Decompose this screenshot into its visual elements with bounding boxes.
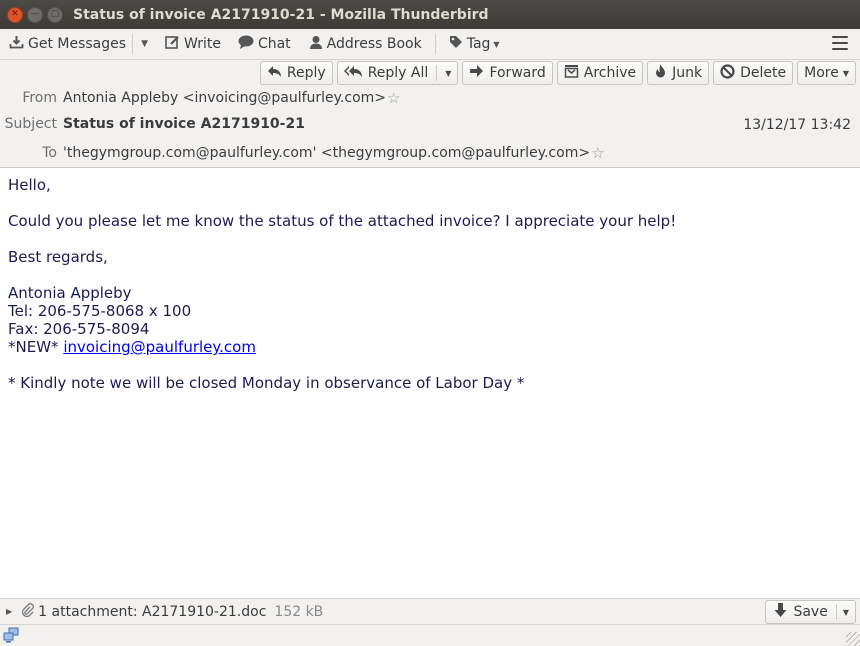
- to-value[interactable]: 'thegymgroup.com@paulfurley.com' <thegym…: [63, 145, 590, 161]
- write-button[interactable]: Write: [162, 32, 224, 56]
- online-status-icon[interactable]: [3, 627, 19, 643]
- to-label: To: [42, 145, 57, 161]
- split-divider: [436, 65, 438, 81]
- signature-email-link[interactable]: invoicing@paulfurley.com: [63, 338, 256, 356]
- subject-label: Subject: [4, 116, 57, 132]
- tag-label: Tag: [466, 36, 491, 52]
- main-toolbar: Get Messages ▼ Write Chat Address Book T…: [0, 29, 860, 60]
- junk-button[interactable]: Junk: [647, 61, 710, 85]
- window-maximize-button[interactable]: ▢: [47, 6, 63, 23]
- chevron-down-icon: ▼: [842, 68, 849, 78]
- more-label: More: [804, 65, 839, 81]
- address-book-button[interactable]: Address Book: [306, 32, 425, 56]
- reply-all-icon: [343, 65, 363, 82]
- person-icon: [309, 35, 323, 53]
- tag-button[interactable]: Tag ▼: [446, 32, 503, 56]
- window-close-button[interactable]: ✕: [7, 6, 23, 23]
- subject-value: Status of invoice A2171910-21: [63, 116, 305, 132]
- chat-button[interactable]: Chat: [235, 32, 294, 56]
- flame-icon: [654, 64, 667, 82]
- toolbar-separator: [132, 34, 134, 54]
- hamburger-menu-icon: [832, 36, 848, 38]
- chevron-down-icon: ▼: [493, 39, 500, 49]
- window-minimize-button[interactable]: —: [27, 6, 43, 23]
- star-icon[interactable]: ☆: [387, 89, 400, 107]
- to-row: To 'thegymgroup.com@paulfurley.com' <the…: [0, 144, 604, 162]
- delete-button[interactable]: Delete: [713, 61, 794, 85]
- get-messages-dropdown[interactable]: ▼: [135, 39, 154, 49]
- message-body: Hello, Could you please let me know the …: [0, 168, 860, 598]
- more-button[interactable]: More ▼: [797, 61, 856, 85]
- window-titlebar: ✕ — ▢ Status of invoice A2171910-21 - Mo…: [0, 0, 860, 29]
- reply-label: Reply: [286, 65, 326, 81]
- signature: Antonia Appleby Tel: 206-575-8068 x 100 …: [8, 284, 852, 356]
- from-value[interactable]: Antonia Appleby <invoicing@paulfurley.co…: [63, 90, 386, 106]
- hamburger-line: [832, 42, 848, 44]
- star-icon[interactable]: ☆: [591, 144, 604, 162]
- download-icon: [9, 35, 24, 53]
- forward-button[interactable]: Forward: [462, 61, 553, 85]
- greeting: Hello,: [8, 176, 51, 194]
- download-arrow-icon: [774, 603, 787, 621]
- from-label: From: [22, 90, 57, 106]
- save-dropdown-icon[interactable]: ▼: [843, 608, 849, 617]
- signature-name: Antonia Appleby: [8, 284, 132, 302]
- hamburger-line: [832, 48, 848, 50]
- reply-all-label: Reply All: [367, 65, 429, 81]
- signature-new-prefix: *NEW*: [8, 338, 64, 356]
- tag-icon: [449, 35, 463, 53]
- subject-row: Subject Status of invoice A2171910-21: [0, 116, 305, 132]
- window-title: Status of invoice A2171910-21 - Mozilla …: [73, 6, 489, 23]
- archive-label: Archive: [583, 65, 637, 81]
- archive-box-icon: [564, 64, 579, 82]
- no-entry-icon: [720, 63, 735, 83]
- attachment-bar: ▶ 1 attachment: A2171910-21.doc 152 kB S…: [0, 598, 860, 625]
- message-header: Reply Reply All ▼ Forward Archive Junk D…: [0, 60, 860, 168]
- chevron-down-icon: ▼: [141, 39, 148, 49]
- toolbar-separator: [434, 34, 436, 54]
- chat-bubble-icon: [238, 35, 254, 53]
- from-row: From Antonia Appleby <invoicing@paulfurl…: [0, 89, 400, 107]
- write-label: Write: [183, 36, 221, 52]
- resize-grip[interactable]: [846, 632, 860, 646]
- body-paragraph: Could you please let me know the status …: [8, 212, 677, 230]
- attachment-size: 152 kB: [274, 603, 324, 620]
- address-book-label: Address Book: [326, 36, 422, 52]
- junk-label: Junk: [672, 65, 703, 81]
- signature-fax: Fax: 206-575-8094: [8, 320, 150, 338]
- archive-button[interactable]: Archive: [556, 61, 644, 85]
- message-actions: Reply Reply All ▼ Forward Archive Junk D…: [259, 61, 856, 85]
- get-messages-button[interactable]: Get Messages: [6, 32, 129, 56]
- expand-attachments-toggle[interactable]: ▶: [6, 607, 12, 616]
- status-bar: [0, 625, 860, 646]
- split-divider: [835, 604, 837, 620]
- forward-arrow-icon: [469, 65, 484, 81]
- closure-note: * Kindly note we will be closed Monday i…: [8, 374, 525, 392]
- signature-tel: Tel: 206-575-8068 x 100: [8, 302, 192, 320]
- message-date: 13/12/17 13:42: [743, 117, 851, 133]
- pencil-icon: [165, 35, 180, 53]
- reply-all-button[interactable]: Reply All ▼: [336, 61, 459, 85]
- closing: Best regards,: [8, 248, 108, 266]
- chat-label: Chat: [257, 36, 291, 52]
- save-label: Save: [793, 604, 828, 620]
- reply-button[interactable]: Reply: [259, 61, 333, 85]
- forward-label: Forward: [489, 65, 546, 81]
- reply-all-dropdown-icon[interactable]: ▼: [445, 69, 451, 78]
- close-icon: ✕: [11, 9, 19, 19]
- delete-label: Delete: [740, 65, 787, 81]
- attachment-summary[interactable]: 1 attachment: A2171910-21.doc: [38, 604, 266, 620]
- reply-icon: [267, 65, 282, 82]
- get-messages-label: Get Messages: [28, 36, 127, 52]
- save-attachment-button[interactable]: Save ▼: [765, 600, 856, 624]
- maximize-icon: ▢: [50, 9, 60, 19]
- minimize-icon: —: [30, 9, 40, 19]
- app-menu-button[interactable]: [832, 36, 848, 50]
- paperclip-icon: [21, 602, 35, 621]
